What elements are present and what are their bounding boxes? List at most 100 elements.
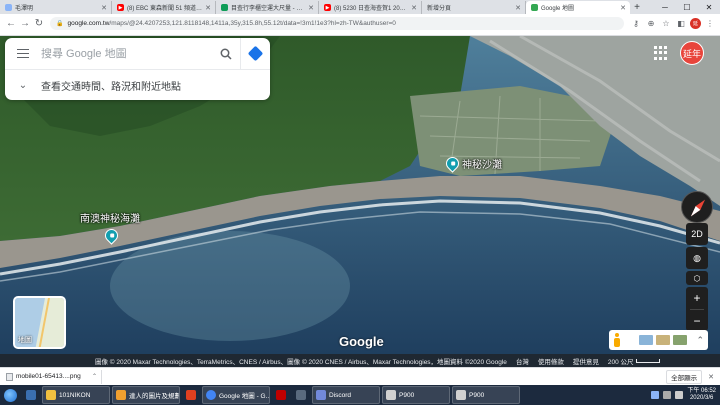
tilt-icon[interactable]: ⬡ (686, 271, 708, 285)
apps-grid-icon[interactable] (654, 46, 668, 60)
browser-tab-2[interactable]: ▶ (8) EBC 東森新聞 51 頻道 24 小 ✕ (112, 1, 216, 14)
pegman-icon[interactable] (613, 333, 621, 347)
folder-icon (46, 390, 56, 400)
place-marker-nanao-beach[interactable]: 南澳神秘海灘 (80, 210, 140, 245)
close-icon[interactable]: ✕ (205, 4, 211, 12)
imagery-thumb[interactable] (639, 335, 653, 345)
windows-start-icon[interactable] (0, 385, 20, 405)
scale-bar[interactable]: 200 公尺 (608, 356, 660, 366)
search-input[interactable] (41, 47, 212, 60)
system-tray: 下午 06:52 2020/3/6 (651, 388, 720, 402)
user-avatar[interactable]: 延年 (680, 41, 704, 65)
address-bar[interactable]: 🔒 google.com.tw /maps/@24.4207253,121.81… (50, 16, 624, 30)
close-icon[interactable]: ✕ (308, 4, 314, 12)
browser-tab-active[interactable]: Google 地圖 ✕ (526, 1, 630, 14)
terms-link[interactable]: 使用條款 (538, 356, 564, 366)
directions-icon[interactable] (240, 37, 270, 70)
taskbar-app[interactable]: 達人的圖片及規劃 (112, 386, 180, 404)
back-icon[interactable]: ← (4, 16, 18, 30)
tab-label: 新增分頁 (427, 6, 452, 12)
imagery-strip: ⌃ (609, 330, 708, 350)
chevron-up-icon[interactable]: ⌃ (696, 335, 704, 346)
zoom-in-button[interactable]: + (686, 287, 708, 309)
discord-icon (316, 390, 326, 400)
browser-tab-5[interactable]: 新增分頁 ✕ (422, 1, 526, 14)
map-footer: 圖像 © 2020 Maxar Technologies、TerraMetric… (0, 354, 720, 367)
imagery-thumb[interactable] (673, 335, 687, 345)
imagery-credit: 圖像 © 2020 Maxar Technologies、TerraMetric… (95, 358, 507, 366)
region-link[interactable]: 台灣 (516, 356, 529, 366)
compass-icon[interactable] (681, 191, 713, 223)
tray-icon[interactable] (651, 391, 660, 399)
close-window-icon[interactable]: ✕ (698, 0, 720, 14)
taskbar-app[interactable]: 101NIKON (42, 386, 110, 404)
extension-icon[interactable]: ◧ (675, 17, 687, 29)
menu-icon[interactable]: ⋮ (704, 17, 716, 29)
tab-label: Google 地圖 (541, 6, 575, 12)
taskbar-app[interactable]: P900 (382, 386, 450, 404)
file-icon (6, 372, 13, 381)
view-toggle-button[interactable]: 2D (686, 223, 708, 245)
menu-icon[interactable] (5, 38, 41, 70)
clock-date: 2020/3/6 (689, 395, 714, 401)
taskbar-app[interactable] (272, 386, 290, 404)
attraction-pin-icon (102, 226, 121, 245)
browser-tab-4[interactable]: ▶ (8) 5230 日查海查賀1 2018/6/ ✕ (319, 1, 422, 14)
tab-label: (8) 5230 日查海查賀1 2018/6/ (334, 6, 409, 12)
attraction-pin-icon (443, 154, 462, 173)
zoom-out-button[interactable]: − (686, 310, 708, 332)
tab-label: 目查行李櫃空運大尺量 - 挑戰 (231, 6, 306, 12)
transit-row[interactable]: ⌄ 查看交通時間、路況和附近地點 (5, 70, 270, 100)
place-marker-shenmi-beach[interactable]: 神秘沙灘 (443, 154, 502, 173)
network-icon[interactable] (663, 391, 672, 399)
map-viewport[interactable]: ⌄ 查看交通時間、路況和附近地點 延年 神秘沙灘 南澳神秘海灘 2D ◍ ⬡ +… (0, 36, 720, 367)
close-icon[interactable]: ✕ (411, 4, 417, 12)
close-icon[interactable]: ✕ (515, 4, 521, 12)
imagery-thumb[interactable] (656, 335, 670, 345)
download-item[interactable]: mobile01-65413....png ⌃ (6, 369, 102, 384)
taskbar-app[interactable]: Discord (312, 386, 380, 404)
browser-tab-3[interactable]: 目查行李櫃空運大尺量 - 挑戰 ✕ (216, 1, 319, 14)
scale-label: 200 公尺 (607, 358, 634, 366)
close-icon[interactable]: ✕ (708, 373, 714, 381)
layer-switcher[interactable]: 地圖 (13, 296, 66, 349)
taskbar-app[interactable] (22, 386, 40, 404)
sheet-icon (221, 4, 228, 11)
clock[interactable]: 下午 06:52 2020/3/6 (687, 388, 716, 402)
feedback-link[interactable]: 提供意見 (573, 356, 599, 366)
task-label: P900 (469, 391, 485, 399)
maximize-icon[interactable]: ☐ (676, 0, 698, 14)
tab-label: (8) EBC 東森新聞 51 頻道 24 小 (127, 6, 202, 12)
reload-icon[interactable]: ↻ (32, 16, 46, 30)
close-icon[interactable]: ✕ (101, 4, 107, 12)
taskbar-app[interactable]: P900 (452, 386, 520, 404)
volume-icon[interactable] (675, 391, 684, 399)
chevron-up-icon[interactable]: ⌃ (92, 373, 97, 380)
show-all-button[interactable]: 全部顯示 (666, 369, 703, 384)
close-icon[interactable]: ✕ (620, 4, 626, 12)
search-icon[interactable] (212, 38, 240, 70)
steam-icon (296, 390, 306, 400)
star-icon[interactable]: ☆ (660, 17, 672, 29)
taskbar-app[interactable] (182, 386, 200, 404)
new-tab-button[interactable]: + (630, 1, 644, 14)
chevron-down-icon[interactable]: ⌄ (5, 70, 41, 100)
tab-strip: 毛澤明 ✕ ▶ (8) EBC 東森新聞 51 頻道 24 小 ✕ 目查行李櫃空… (0, 0, 720, 14)
toolbar-icons: ⚷ ⊕ ☆ ◧ 延 ⋮ (630, 17, 716, 29)
task-label: 達人的圖片及規劃 (129, 393, 180, 400)
forward-icon[interactable]: → (18, 16, 32, 30)
taskbar-app[interactable]: Google 地圖 - G... (202, 386, 270, 404)
taskbar-app[interactable] (292, 386, 310, 404)
maps-pin-icon (531, 4, 538, 11)
profile-icon[interactable]: 延 (690, 17, 701, 29)
clock-time: 下午 06:52 (687, 388, 716, 394)
url-path: /maps/@24.4207253,121.8118148,1411a,35y,… (109, 19, 396, 27)
minimize-icon[interactable]: ─ (654, 0, 676, 14)
globe-icon[interactable]: ◍ (686, 247, 708, 269)
task-label: Google 地圖 - G... (219, 393, 270, 400)
browser-tab-1[interactable]: 毛澤明 ✕ (0, 1, 112, 14)
task-label: Discord (329, 391, 352, 399)
key-icon[interactable]: ⚷ (630, 17, 642, 29)
taskbar: 101NIKON 達人的圖片及規劃 Google 地圖 - G... Disco… (0, 385, 720, 405)
zoom-icon[interactable]: ⊕ (645, 17, 657, 29)
